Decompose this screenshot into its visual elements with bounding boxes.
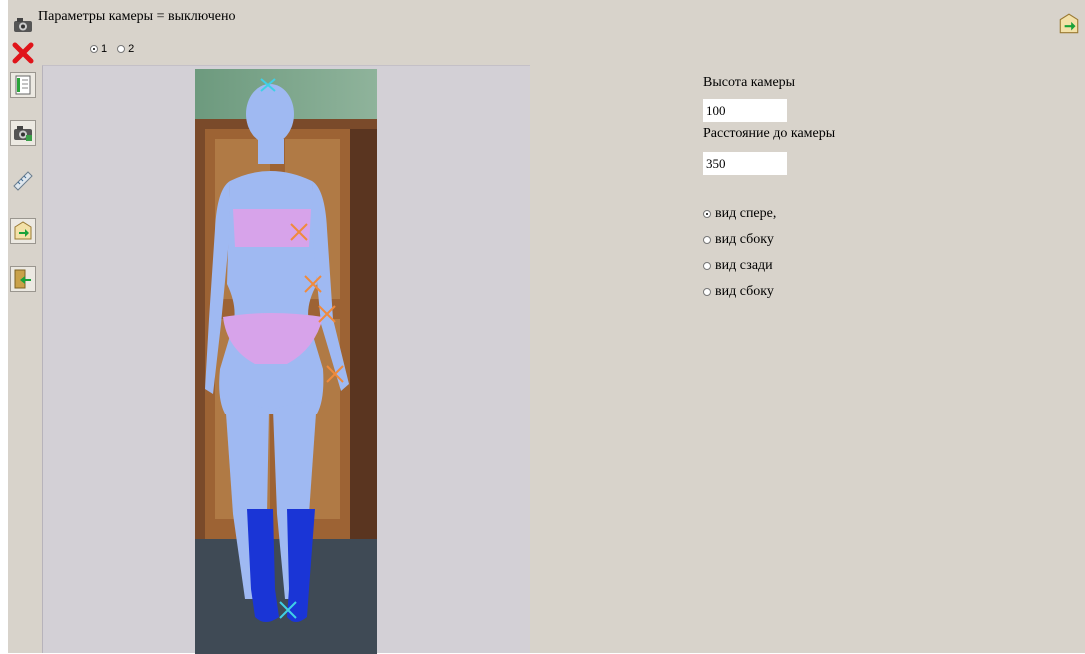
camera-icon (14, 18, 32, 32)
image-viewport[interactable] (42, 65, 530, 654)
radio-icon (703, 262, 711, 270)
view-selector: 1 2 (90, 43, 134, 55)
camera-settings-button[interactable] (10, 120, 36, 146)
view-side-2-option[interactable]: вид сбоку (703, 284, 774, 300)
close-icon (12, 42, 34, 64)
export-button-left[interactable] (10, 218, 36, 244)
camera-height-input[interactable] (703, 99, 787, 122)
import-button[interactable] (10, 266, 36, 292)
export-icon (1059, 13, 1079, 34)
view-side-option[interactable]: вид сбоку (703, 232, 774, 248)
view-option-1[interactable]: 1 (90, 43, 107, 55)
view-side-2-label: вид сбоку (715, 284, 774, 299)
import-icon (14, 269, 31, 289)
view-front-option[interactable]: вид спере, (703, 206, 776, 222)
camera-height-label: Высота камеры (703, 75, 796, 90)
camera-distance-label: Расстояние до камеры (703, 126, 836, 141)
view-front-label: вид спере, (715, 206, 777, 221)
measure-icon (13, 171, 33, 191)
delete-button[interactable] (10, 40, 36, 66)
camera-distance-input[interactable] (703, 152, 787, 175)
radio-selected-icon (703, 210, 711, 218)
export-icon (14, 221, 32, 240)
measure-button[interactable] (10, 168, 36, 194)
camera-button[interactable] (10, 12, 36, 38)
view-back-label: вид сзади (715, 258, 773, 273)
app-window: Параметры камеры = выключено 1 2 Высота … (0, 0, 1085, 654)
camera-settings-icon (14, 126, 32, 141)
radio-icon (703, 236, 711, 244)
export-button[interactable] (1056, 11, 1082, 37)
view-back-option[interactable]: вид сзади (703, 258, 773, 274)
left-edge (0, 0, 8, 653)
view-option-label: 2 (128, 43, 135, 55)
view-option-label: 1 (101, 43, 108, 55)
radio-selected-icon (90, 45, 98, 53)
radio-icon (703, 288, 711, 296)
body-photo (195, 69, 377, 654)
page-title: Параметры камеры = выключено (38, 9, 236, 24)
document-icon (15, 75, 31, 95)
radio-icon (117, 45, 126, 53)
view-option-2[interactable]: 2 (117, 43, 134, 55)
document-button[interactable] (10, 72, 36, 98)
view-side-label: вид сбоку (715, 232, 774, 247)
